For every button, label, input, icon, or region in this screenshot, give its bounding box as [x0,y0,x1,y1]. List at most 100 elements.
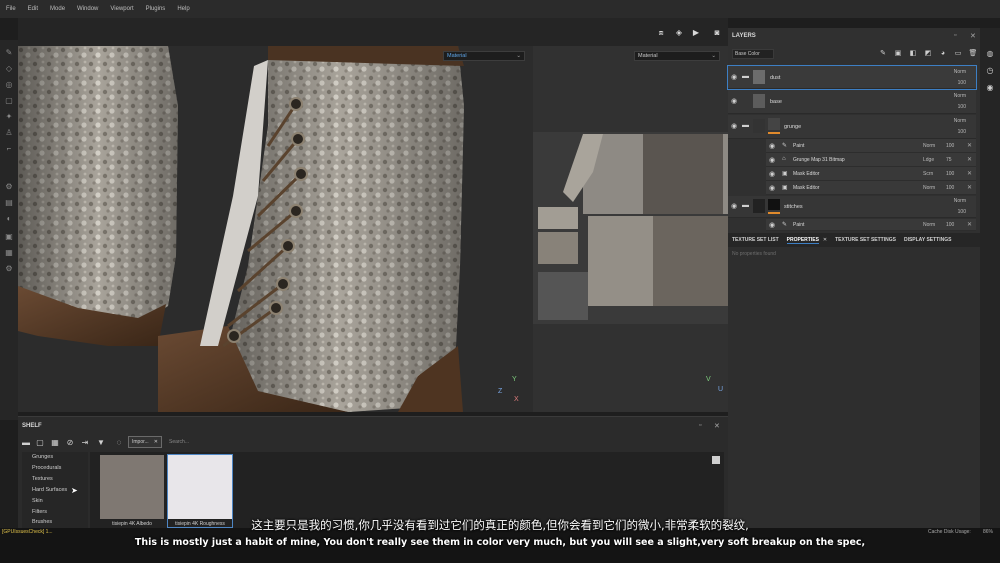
blend-mode[interactable]: Norm [954,69,966,75]
filter-icon[interactable]: ▼ [96,438,106,448]
paint-brush-icon[interactable]: ✎ [4,48,14,58]
layer-opacity[interactable]: 100 [958,129,966,135]
layer-row[interactable]: ◉ ▬ grunge Norm 100 [728,115,976,139]
channel-select[interactable]: Base Color [732,49,774,59]
globe-icon[interactable]: ◍ [985,49,995,59]
visibility-eye-icon[interactable]: ◉ [769,170,775,178]
remove-effect-icon[interactable]: ✕ [967,142,972,149]
view-toggle-icon[interactable] [712,456,720,464]
display-icon[interactable]: ◐ [4,214,14,224]
tab-texture-set-list[interactable]: TEXTURE SET LIST [732,237,779,243]
blend-mode[interactable]: Norm [954,198,966,204]
effect-value[interactable]: 100 [946,171,954,177]
remove-filter-icon[interactable]: ✕ [154,437,158,447]
add-mask-icon[interactable]: ◩ [923,49,933,59]
visibility-eye-icon[interactable]: ◉ [731,202,737,210]
history-icon[interactable]: ◷ [985,66,995,76]
picker-icon[interactable]: ⌐ [4,144,14,154]
menu-mode[interactable]: Mode [50,6,65,12]
tab-properties[interactable]: PROPERTIES [786,237,819,244]
import-icon[interactable]: ▦ [50,438,60,448]
effect-row[interactable]: ◉ ✎ Paint Norm 100 ✕ [766,219,976,231]
bake-icon[interactable]: ▤ [4,198,14,208]
clone-stamp-icon[interactable]: ♙ [4,128,14,138]
settings-icon[interactable]: ⚙ [4,182,14,192]
category-textures[interactable]: Textures [32,476,53,482]
layer-row[interactable]: ◉ ▬ dust Norm 100 [727,65,977,90]
viewport-3d[interactable]: Material ⌄ Y Z X [18,46,533,412]
visibility-eye-icon[interactable]: ◉ [769,156,775,164]
layer-opacity[interactable]: 100 [958,209,966,215]
new-folder-icon[interactable]: ▢ [35,438,45,448]
remove-effect-icon[interactable]: ✕ [967,184,972,191]
category-filters[interactable]: Filters [32,509,47,515]
remove-effect-icon[interactable]: ✕ [967,221,972,228]
effect-row[interactable]: ◉ ⌂ Grunge Map 31 Bitmap Ldge 75 ✕ [766,153,976,167]
menu-help[interactable]: Help [177,6,189,12]
filter-tag[interactable]: Impor... ✕ [128,436,162,448]
screenshot-icon[interactable]: ◙ [711,28,723,38]
remove-effect-icon[interactable]: ✕ [967,156,972,163]
smudge-icon[interactable]: ✦ [4,112,14,122]
preferences-icon[interactable]: ⚙ [4,264,14,274]
layer-row[interactable]: ◉ base Norm 100 [728,90,976,114]
category-hard-surfaces[interactable]: Hard Surfaces [32,487,67,493]
menu-plugins[interactable]: Plugins [146,6,166,12]
add-fill-layer-icon[interactable]: ▣ [893,49,903,59]
effect-row[interactable]: ◉ ▣ Mask Editor Norm 100 ✕ [766,181,976,195]
visibility-eye-icon[interactable]: ◉ [731,97,737,105]
effect-blend[interactable]: Norm [923,185,935,191]
tab-close-icon[interactable]: ✕ [823,237,827,243]
menu-file[interactable]: File [6,6,16,12]
eraser-icon[interactable]: ◇ [4,64,14,74]
export-icon[interactable]: ▦ [4,248,14,258]
effect-row[interactable]: ◉ ▣ Mask Editor Scrn 100 ✕ [766,167,976,181]
geometry-mask-icon[interactable]: ▢ [4,96,14,106]
viewport-2d[interactable]: Material ⌄ V U [533,46,728,412]
panel-close-icon[interactable]: ✕ [714,422,720,430]
effect-blend[interactable]: Scrn [923,171,933,177]
effect-value[interactable]: 100 [946,185,954,191]
visibility-eye-icon[interactable]: ◉ [769,142,775,150]
effect-value[interactable]: 75 [946,157,952,163]
effect-value[interactable]: 100 [946,143,954,149]
viewport-2d-mode-select[interactable]: Material ⌄ [634,51,720,61]
hide-icon[interactable]: ⊘ [65,438,75,448]
blend-mode[interactable]: Norm [954,93,966,99]
visibility-eye-icon[interactable]: ◉ [769,221,775,229]
cube-icon[interactable]: ◈ [673,28,685,38]
effect-blend[interactable]: Norm [923,222,935,228]
category-skin[interactable]: Skin [32,498,43,504]
effect-row[interactable]: ◉ ✎ Paint Norm 100 ✕ [766,139,976,153]
smart-mask-icon[interactable]: ◕ [938,49,948,59]
category-grunges[interactable]: Grunges [32,454,53,460]
viewport-3d-mode-select[interactable]: Material ⌄ [443,51,525,61]
panel-float-icon[interactable]: ▫ [954,32,956,39]
photoshop-export-icon[interactable]: ▣ [4,232,14,242]
video-camera-icon[interactable]: ▶ [690,28,702,38]
blend-mode[interactable]: Norm [954,118,966,124]
menu-edit[interactable]: Edit [28,6,38,12]
add-folder-icon[interactable]: ▭ [953,49,963,59]
export-icon[interactable]: ⇥ [80,438,90,448]
visibility-eye-icon[interactable]: ◉ [769,184,775,192]
menu-viewport[interactable]: Viewport [110,6,133,12]
panel-float-icon[interactable]: ▫ [699,422,701,429]
projection-icon[interactable]: ◎ [4,80,14,90]
log-icon[interactable]: ◉ [985,83,995,93]
remove-effect-icon[interactable]: ✕ [967,170,972,177]
search-input[interactable]: Search... [169,439,189,445]
effect-value[interactable]: 100 [946,222,954,228]
menu-window[interactable]: Window [77,6,98,12]
tab-texture-set-settings[interactable]: TEXTURE SET SETTINGS [835,237,896,243]
tab-display-settings[interactable]: DISPLAY SETTINGS [904,237,952,243]
layer-row[interactable]: ◉ ▬ stitches Norm 100 [728,196,976,218]
folder-icon[interactable]: ▬ [21,438,31,448]
category-procedurals[interactable]: Procedurals [32,465,61,471]
layer-opacity[interactable]: 100 [958,80,966,86]
layer-opacity[interactable]: 100 [958,104,966,110]
effect-blend[interactable]: Norm [923,143,935,149]
panel-close-icon[interactable]: ✕ [970,32,976,40]
substance-icon[interactable]: ◌ [114,438,124,448]
delete-layer-icon[interactable]: 🗑 [968,49,978,59]
